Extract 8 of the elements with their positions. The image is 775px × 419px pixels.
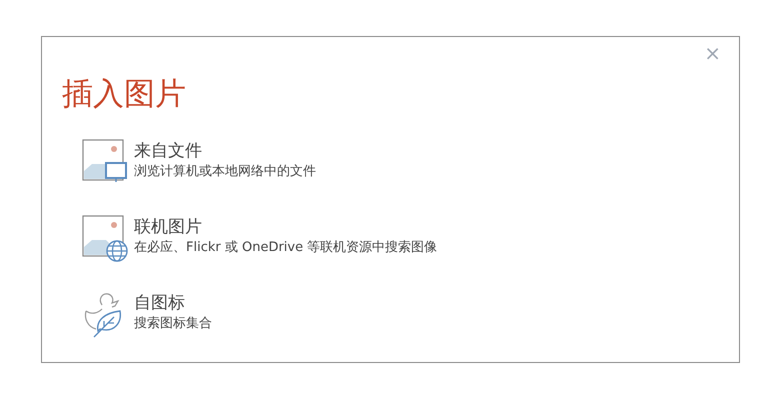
option-description: 搜索图标集合 (134, 315, 212, 333)
option-title[interactable]: 自图标 (134, 291, 185, 315)
option-title[interactable]: 联机图片 (134, 215, 202, 239)
picture-globe-icon (82, 215, 128, 263)
option-description: 浏览计算机或本地网络中的文件 (134, 163, 316, 181)
option-description: 在必应、Flickr 或 OneDrive 等联机资源中搜索图像 (134, 239, 438, 257)
option-title[interactable]: 来自文件 (134, 139, 202, 163)
dialog-title: 插入图片 (62, 75, 186, 113)
